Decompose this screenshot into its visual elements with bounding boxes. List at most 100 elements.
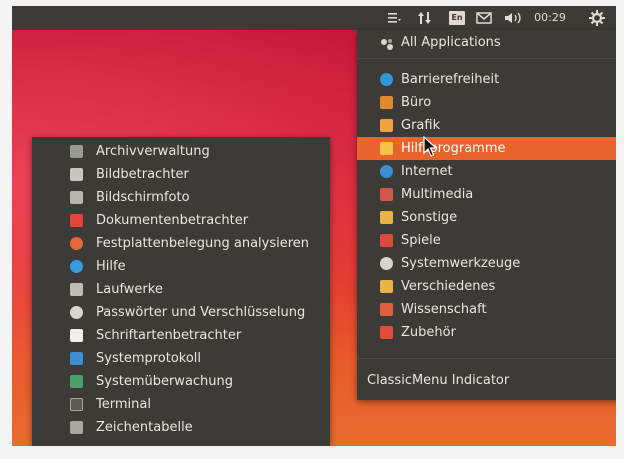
app-zeichentabelle[interactable]: Zeichentabelle — [32, 416, 330, 439]
chevron-right-icon: › — [615, 275, 616, 298]
menu-item-label: Terminal — [96, 397, 151, 412]
disk-usage-icon — [70, 237, 83, 250]
all-applications-icon — [380, 36, 393, 50]
category-spiele[interactable]: Spiele › — [357, 229, 616, 252]
app-bildbetrachter[interactable]: Bildbetrachter — [32, 163, 330, 186]
multimedia-icon — [380, 188, 393, 201]
internet-icon — [380, 165, 393, 178]
gear-icon[interactable] — [587, 6, 607, 30]
category-wissenschaft[interactable]: Wissenschaft › — [357, 298, 616, 321]
chevron-right-icon: › — [615, 91, 616, 114]
menu-item-label: Zubehör — [401, 325, 456, 340]
chevron-right-icon: › — [615, 114, 616, 137]
top-panel: En 00:29 — [12, 6, 616, 30]
menu-item-all-applications[interactable]: All Applications › — [357, 31, 616, 54]
submenu-hilfsprogramme: Archivverwaltung Bildbetrachter Bildschi… — [32, 137, 330, 446]
app-schriftartenbetrachter[interactable]: Schriftartenbetrachter — [32, 324, 330, 347]
chevron-right-icon: › — [615, 31, 616, 54]
keyboard-layout-indicator[interactable]: En — [449, 11, 465, 25]
science-icon — [380, 303, 393, 316]
app-terminal[interactable]: Terminal — [32, 393, 330, 416]
menu-item-label: Spiele — [401, 233, 441, 248]
mouse-pointer-icon — [423, 135, 438, 162]
menu-item-label: Laufwerke — [96, 282, 163, 297]
classic-menu: All Applications › Barrierefreiheit › Bü… — [357, 30, 616, 400]
app-passwoerter[interactable]: Passwörter und Verschlüsselung — [32, 301, 330, 324]
menu-item-label: Festplattenbelegung analysieren — [96, 236, 310, 251]
clock[interactable]: 00:29 — [531, 6, 569, 30]
keys-icon — [70, 306, 83, 319]
disks-icon — [70, 283, 83, 296]
app-bildschirmfoto[interactable]: Bildschirmfoto — [32, 186, 330, 209]
graphics-icon — [380, 119, 393, 132]
utilities-icon — [380, 142, 393, 155]
category-verschiedenes[interactable]: Verschiedenes › — [357, 275, 616, 298]
chevron-right-icon: › — [615, 229, 616, 252]
chevron-right-icon: › — [615, 137, 616, 160]
menu-item-label: Zeichentabelle — [96, 420, 193, 435]
app-archivverwaltung[interactable]: Archivverwaltung — [32, 140, 330, 163]
menu-item-label: Hilfe — [96, 259, 126, 274]
misc-icon — [380, 280, 393, 293]
category-zubehoer[interactable]: Zubehör › — [357, 321, 616, 344]
terminal-icon — [70, 398, 83, 411]
volume-icon[interactable] — [502, 6, 524, 30]
category-multimedia[interactable]: Multimedia › — [357, 183, 616, 206]
menu-item-label: All Applications — [401, 35, 501, 50]
chevron-right-icon: › — [615, 183, 616, 206]
app-dokumentenbetrachter[interactable]: Dokumentenbetrachter — [32, 209, 330, 232]
games-icon — [380, 234, 393, 247]
menu-item-label: ClassicMenu Indicator — [367, 373, 510, 388]
category-buero[interactable]: Büro › — [357, 91, 616, 114]
help-icon — [70, 260, 83, 273]
category-grafik[interactable]: Grafik › — [357, 114, 616, 137]
menu-item-classicmenu-indicator[interactable]: ClassicMenu Indicator › — [357, 369, 616, 392]
category-systemwerkzeuge[interactable]: Systemwerkzeuge › — [357, 252, 616, 275]
other-icon — [380, 211, 393, 224]
system-tools-icon — [380, 257, 393, 270]
system-monitor-icon — [70, 375, 83, 388]
app-festplattenbelegung[interactable]: Festplattenbelegung analysieren — [32, 232, 330, 255]
menu-item-label: Verschiedenes — [401, 279, 496, 294]
menu-item-label: Hilfsprogramme — [401, 141, 506, 156]
image-viewer-icon — [70, 168, 83, 181]
accessibility-icon — [380, 73, 393, 86]
menu-item-label: Systemwerkzeuge — [401, 256, 521, 271]
category-barrierefreiheit[interactable]: Barrierefreiheit › — [357, 68, 616, 91]
network-updown-icon[interactable] — [416, 6, 434, 30]
screenshot-icon — [70, 191, 83, 204]
office-icon — [380, 96, 393, 109]
character-map-icon — [70, 421, 83, 434]
category-hilfsprogramme[interactable]: Hilfsprogramme › — [357, 137, 616, 160]
chevron-right-icon: › — [615, 321, 616, 344]
menu-indicator-icon[interactable] — [385, 6, 403, 30]
menu-item-label: Barrierefreiheit — [401, 72, 500, 87]
chevron-right-icon: › — [615, 160, 616, 183]
category-internet[interactable]: Internet › — [357, 160, 616, 183]
app-systemueberwachung[interactable]: Systemüberwachung — [32, 370, 330, 393]
menu-item-label: Passwörter und Verschlüsselung — [96, 305, 306, 320]
menu-item-label: Schriftartenbetrachter — [96, 328, 242, 343]
menu-separator — [357, 58, 616, 59]
menu-item-label: Grafik — [401, 118, 441, 133]
archive-manager-icon — [70, 145, 83, 158]
chevron-right-icon: › — [615, 369, 616, 392]
document-viewer-icon — [70, 214, 83, 227]
desktop: En 00:29 All Applications › Barrierefrei… — [12, 6, 616, 446]
menu-item-label: Wissenschaft — [401, 302, 487, 317]
mail-icon[interactable] — [474, 6, 494, 30]
menu-item-label: Multimedia — [401, 187, 474, 202]
menu-separator — [357, 358, 616, 359]
app-systemprotokoll[interactable]: Systemprotokoll — [32, 347, 330, 370]
app-laufwerke[interactable]: Laufwerke — [32, 278, 330, 301]
app-hilfe[interactable]: Hilfe — [32, 255, 330, 278]
menu-item-label: Büro — [401, 95, 432, 110]
menu-item-label: Bildbetrachter — [96, 167, 189, 182]
menu-item-label: Sonstige — [401, 210, 458, 225]
chevron-right-icon: › — [615, 298, 616, 321]
menu-item-label: Bildschirmfoto — [96, 190, 190, 205]
menu-item-label: Systemüberwachung — [96, 374, 234, 389]
menu-item-label: Dokumentenbetrachter — [96, 213, 249, 228]
category-sonstige[interactable]: Sonstige › — [357, 206, 616, 229]
menu-item-label: Archivverwaltung — [96, 144, 210, 159]
